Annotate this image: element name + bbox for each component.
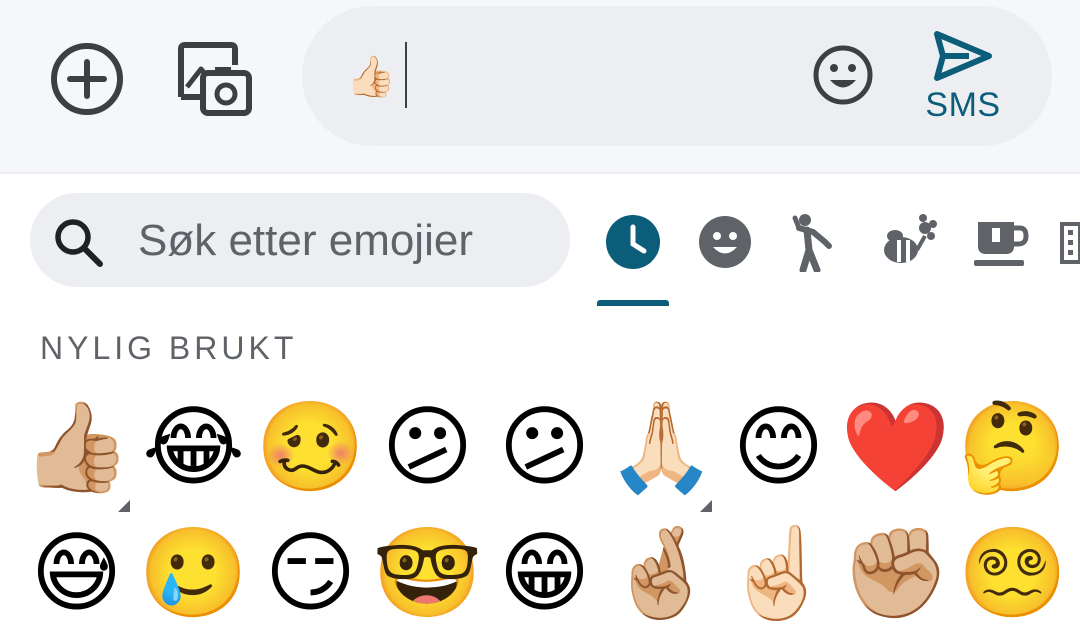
emoji-search-input[interactable]	[138, 208, 558, 274]
skin-tone-indicator	[700, 500, 712, 512]
emoji-keyboard-button[interactable]	[810, 42, 876, 108]
emoji-key[interactable]: ☝🏻	[720, 514, 837, 632]
bee-flower-icon	[884, 214, 937, 263]
category-tab-travel[interactable]	[1058, 212, 1080, 272]
category-tab-people[interactable]	[787, 212, 847, 272]
category-tab-animals[interactable]	[879, 212, 939, 272]
skin-tone-indicator	[118, 500, 130, 512]
send-icon	[934, 31, 992, 81]
emoji-key[interactable]: 🥴	[252, 388, 369, 506]
emoji-key[interactable]: 😊	[720, 388, 837, 506]
send-sms-button[interactable]: SMS	[924, 28, 1002, 128]
emoji-key[interactable]: 😂	[135, 388, 252, 506]
emoji-key[interactable]: 🥲	[135, 514, 252, 632]
emoji-key[interactable]: 🤓	[369, 514, 486, 632]
category-tab-recent[interactable]	[603, 212, 663, 272]
smiley-icon	[813, 45, 873, 105]
search-icon	[55, 219, 103, 267]
emoji-key[interactable]: 😅	[18, 514, 135, 632]
emoji-key[interactable]: 🙏🏻	[603, 388, 720, 506]
add-attachment-button[interactable]	[48, 40, 126, 118]
category-tab-smileys[interactable]	[695, 212, 755, 272]
emoji-key[interactable]: 🤔	[954, 388, 1071, 506]
emoji-key[interactable]: ✊🏼	[837, 514, 954, 632]
add-circle-icon	[51, 43, 123, 115]
person-icon	[792, 214, 832, 272]
building-icon	[1060, 222, 1080, 264]
emoji-key[interactable]: 😁	[486, 514, 603, 632]
category-tab-food[interactable]	[971, 212, 1031, 272]
emoji-key[interactable]: ❤️	[837, 388, 954, 506]
send-button-label: SMS	[925, 86, 1001, 124]
text-cursor	[405, 42, 407, 108]
emoji-key[interactable]: 🤞🏼	[603, 514, 720, 632]
gallery-camera-icon	[178, 42, 252, 116]
emoji-key[interactable]: 😕	[486, 388, 603, 506]
message-draft-text[interactable]: 👍🏻	[346, 47, 396, 107]
emoji-key[interactable]: 😕	[369, 388, 486, 506]
gallery-camera-button[interactable]	[172, 38, 254, 120]
emoji-key[interactable]: 😵‍💫	[954, 514, 1071, 632]
smiley-icon	[699, 216, 751, 268]
cup-icon	[974, 222, 1029, 266]
active-tab-indicator	[597, 300, 669, 306]
emoji-key[interactable]: 👍🏼	[18, 388, 135, 506]
emoji-key[interactable]: 😏	[252, 514, 369, 632]
section-title-recent: NYLIG BRUKT	[40, 330, 298, 366]
clock-icon	[606, 215, 660, 269]
